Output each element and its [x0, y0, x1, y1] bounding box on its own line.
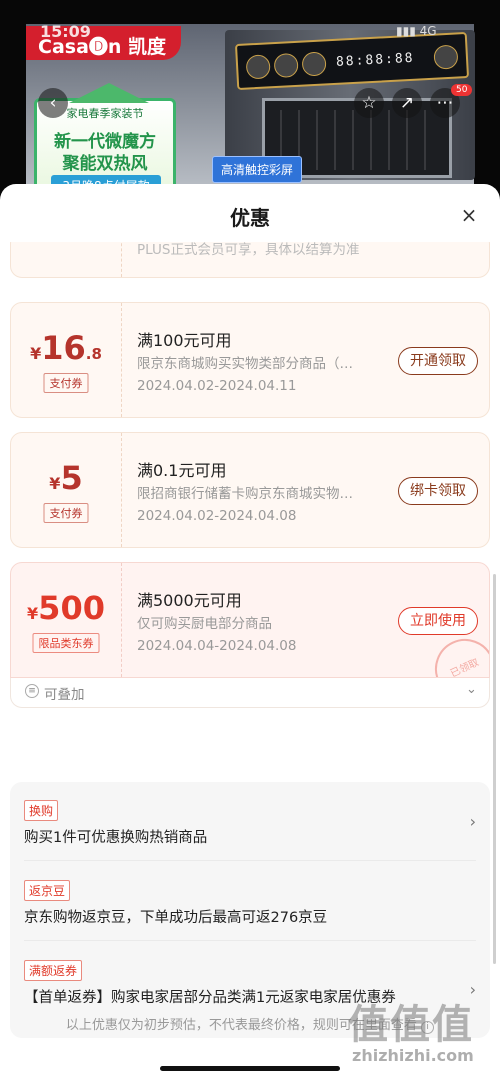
favorite-star-icon[interactable]: ☆ [354, 88, 384, 118]
banner-line3: 聚能双热风 [62, 154, 148, 174]
home-indicator[interactable] [160, 1066, 340, 1071]
coupon-card-plus: PLUS正式会员可享，具体以结算为准 [10, 242, 490, 278]
network-label: 4G [419, 24, 437, 38]
coupon-desc: 仅可购买厨电部分商品 [137, 616, 272, 632]
promo-badge: 满额返券 [24, 960, 83, 981]
coupon-title: 满0.1元可用 [137, 461, 227, 480]
currency-symbol: ¥ [30, 344, 42, 363]
coupon-card: ¥16.8 支付券 满100元可用 限京东商城购买实物类部分商品（… 2024.… [10, 302, 490, 418]
coupon-date: 2024.04.02-2024.04.08 [137, 508, 297, 524]
coupon-value: 500 [38, 589, 105, 627]
promo-badge: 换购 [24, 800, 59, 821]
bind-card-claim-button[interactable]: 绑卡领取 [398, 477, 478, 505]
coupon-amount: ¥16.8 [11, 329, 121, 367]
scrollbar[interactable] [493, 574, 496, 964]
network-indicator: ▮▮▮ 4G [396, 24, 437, 38]
coupon-type-tag: 限品类东券 [32, 633, 100, 653]
cart-badge: 50 [451, 84, 473, 96]
coupon-date: 2024.04.04-2024.04.08 [137, 638, 297, 654]
coupon-amount: ¥500 [11, 589, 121, 627]
stackable-label: 可叠加 [44, 687, 85, 703]
promo-item-jingdou: 返京豆 京东购物返京豆，下单成功后最高可返276京豆 [24, 880, 476, 928]
coupon-type-tag: 支付券 [43, 373, 89, 393]
coupon-card: ¥500 限品类东券 满5000元可用 仅可购买厨电部分商品 2024.04.0… [10, 562, 490, 678]
coupon-list: PLUS正式会员可享，具体以结算为准 ¥16.8 支付券 满100元可用 限京东… [0, 242, 500, 1082]
use-now-button[interactable]: 立即使用 [398, 607, 478, 635]
open-and-claim-button[interactable]: 开通领取 [398, 347, 478, 375]
coupon-type-tag: 支付券 [43, 503, 89, 523]
watermark-logo: 值值值 [348, 1002, 474, 1048]
status-time: 15:09 [40, 22, 91, 41]
oven-rack [280, 110, 430, 170]
claimed-stamp: 已领取 [425, 629, 489, 677]
currency-symbol: ¥ [27, 604, 39, 623]
panel-digits: 88:88:88 [335, 50, 415, 70]
share-icon[interactable]: ↗ [392, 88, 422, 118]
touch-screen-chip: 高清触控彩屏 [212, 156, 303, 183]
coupon-desc: PLUS正式会员可享，具体以结算为准 [137, 242, 360, 258]
stack-icon: ≡ [25, 684, 39, 698]
coupon-title: 满5000元可用 [137, 591, 242, 610]
promo-text: 京东购物返京豆，下单成功后最高可返276京豆 [24, 910, 328, 926]
promo-item-exchange[interactable]: 换购 购买1件可优惠换购热销商品 › [24, 800, 476, 848]
coupon-desc: 限京东商城购买实物类部分商品（… [137, 356, 353, 372]
coupon-date: 2024.04.02-2024.04.11 [137, 378, 297, 394]
chevron-right-icon[interactable]: › [470, 812, 476, 831]
coupon-card: ¥5 支付券 满0.1元可用 限招商银行储蓄卡购京东商城实物… 2024.04.… [10, 432, 490, 548]
back-icon[interactable]: ‹ [38, 88, 68, 118]
coupon-amount: ¥5 [11, 459, 121, 497]
coupon-title: 满100元可用 [137, 331, 232, 350]
discount-sheet: 优惠 × PLUS正式会员可享，具体以结算为准 ¥16.8 支付券 满100元可… [0, 184, 500, 1082]
coupon-decimal: .8 [85, 345, 102, 363]
coupon-value: 5 [60, 459, 83, 497]
currency-symbol: ¥ [49, 474, 61, 493]
promo-text: 购买1件可优惠换购热销商品 [24, 830, 208, 846]
coupon-value: 16 [41, 329, 86, 367]
promo-badge: 返京豆 [24, 880, 71, 901]
sheet-title: 优惠 [230, 206, 270, 230]
watermark-url: zhizhizhi.com [352, 1046, 474, 1065]
product-page-background: 88:88:88 Casa🅓n 凯度 15:09 ▮▮▮ 4G 家电春季家装节 … [0, 0, 500, 200]
stackable-row[interactable]: ≡ 可叠加 ⌄ [10, 678, 490, 708]
chevron-down-icon[interactable]: ⌄ [466, 682, 477, 697]
coupon-desc: 限招商银行储蓄卡购京东商城实物… [137, 486, 353, 502]
close-icon[interactable]: × [458, 204, 480, 226]
